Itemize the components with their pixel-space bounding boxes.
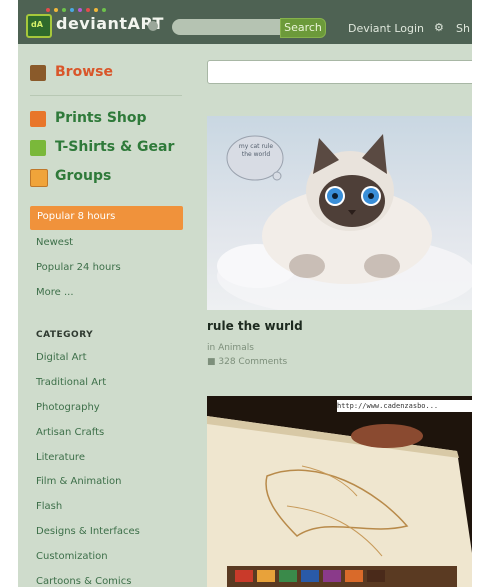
category-link[interactable]: Cartoons & Comics [36,576,131,587]
shop-link-partial[interactable]: Sh [456,22,470,35]
category-link[interactable]: Film & Animation [36,476,121,487]
filter-newest[interactable]: Newest [36,237,73,248]
tshirt-icon [30,140,46,156]
logo-badge-icon[interactable]: dA [26,14,52,38]
url-overlay: http://www.cadenzasbo... [337,400,472,412]
groups-icon [30,169,48,187]
filter-label: Popular 8 hours [37,211,116,222]
logo-dot [54,8,58,12]
divider [30,95,182,96]
top-bar: dA deviantART Search Deviant Login ⚙ Sh [18,0,472,44]
status-circle-icon [148,21,158,31]
deviation-title[interactable]: rule the wurld [207,319,303,333]
comments-count: 328 Comments [218,357,288,367]
sketch-artwork-image [207,396,472,587]
sidebar-item-label: Browse [55,64,113,80]
filter-more[interactable]: More ... [36,287,74,298]
logo-badge-text: dA [31,20,43,29]
sidebar: Browse Prints Shop T-Shirts & Gear Group… [18,44,188,587]
browse-icon [30,65,46,81]
filter-popular-8-hours[interactable]: Popular 8 hours [30,206,183,230]
sidebar-item-label: Prints Shop [55,110,147,126]
category-link[interactable]: Literature [36,452,85,463]
logo-dot [102,8,106,12]
category-link[interactable]: Designs & Interfaces [36,526,140,537]
filter-popular-24-hours[interactable]: Popular 24 hours [36,262,121,273]
search-button[interactable]: Search [280,18,326,38]
logo-dot [46,8,50,12]
logo-dot [94,8,98,12]
deviant-login-link[interactable]: Deviant Login [348,22,424,35]
category-link[interactable]: Photography [36,402,100,413]
category-link[interactable]: Customization [36,551,108,562]
sidebar-item-label: Groups [55,168,112,184]
prints-shop-icon [30,111,46,127]
category-link[interactable]: Traditional Art [36,377,106,388]
deviation-comments[interactable]: ■ 328 Comments [207,357,287,367]
comment-icon: ■ [207,357,219,367]
gear-icon[interactable]: ⚙ [434,21,444,34]
app-frame: dA deviantART Search Deviant Login ⚙ Sh … [18,0,472,587]
logo-dot [86,8,90,12]
browse-search-input[interactable] [207,60,472,84]
sidebar-item-label: T-Shirts & Gear [55,139,175,155]
deviation-category[interactable]: in Animals [207,343,254,353]
category-link[interactable]: Artisan Crafts [36,427,104,438]
header-search-input[interactable] [172,19,280,35]
deviation-thumbnail-cat[interactable]: my cat rule the world [207,116,472,310]
logo-dot [62,8,66,12]
logo-dot [78,8,82,12]
logo-dot [70,8,74,12]
speech-bubble-text: my cat rule the world [238,143,274,158]
category-heading: CATEGORY [36,330,94,340]
category-link[interactable]: Flash [36,501,62,512]
deviation-thumbnail-sketch[interactable]: http://www.cadenzasbo... [207,396,472,587]
category-link[interactable]: Digital Art [36,352,86,363]
